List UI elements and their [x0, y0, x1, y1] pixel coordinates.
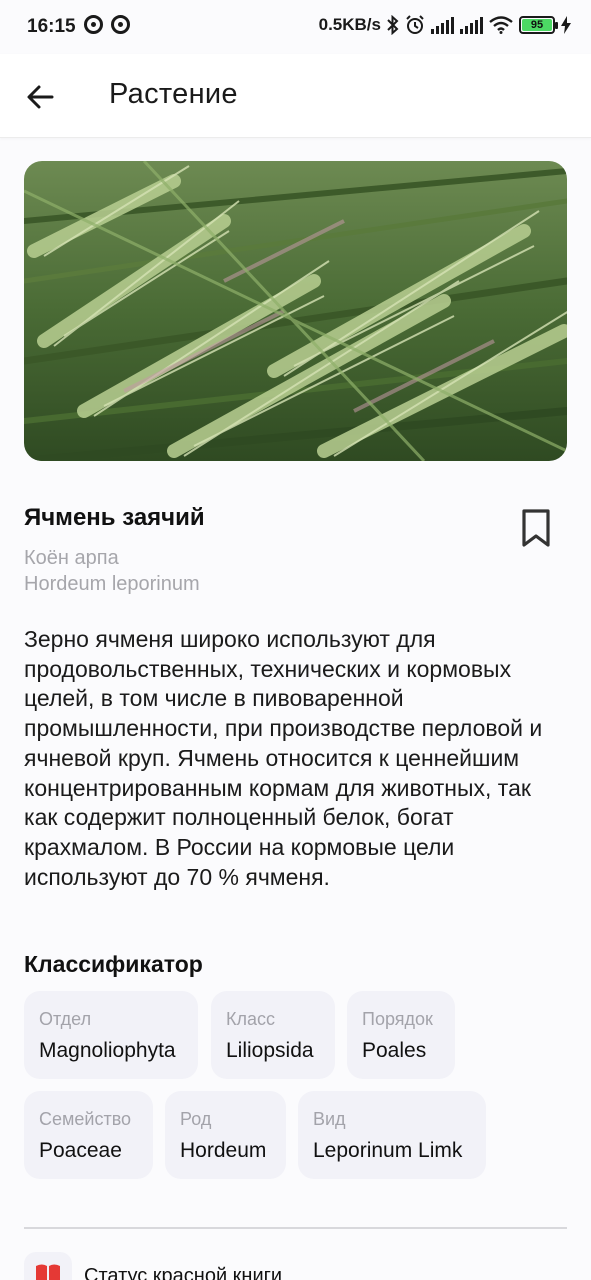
bluetooth-icon: [387, 15, 399, 35]
classifier-chip-genus: Род Hordeum: [165, 1091, 286, 1179]
plant-photo: [24, 161, 567, 461]
battery-level: 95: [522, 19, 552, 31]
chip-label: Класс: [226, 1009, 275, 1029]
classifier-chip-division: Отдел Magnoliophyta: [24, 991, 198, 1079]
battery-icon: 95: [519, 16, 558, 34]
classifier-title: Классификатор: [24, 951, 203, 977]
status-right-group: 0.5KB/s 95: [319, 15, 571, 35]
chip-label: Семейство: [39, 1109, 132, 1129]
classifier-chip-order: Порядок Poales: [347, 991, 455, 1079]
chip-label: Порядок: [362, 1009, 433, 1029]
wifi-icon: [489, 16, 513, 34]
notification-ring-icon: [84, 15, 103, 34]
charging-icon: [561, 16, 571, 34]
chip-label: Род: [180, 1109, 212, 1129]
status-notification-icons: [84, 15, 130, 34]
latin-name: Hordeum leporinum: [24, 573, 200, 595]
plant-name: Ячмень заячий: [24, 504, 205, 531]
chip-value: Poaceae: [39, 1139, 122, 1162]
status-time: 16:15: [27, 16, 76, 37]
red-book-icon-wrap: [24, 1252, 72, 1280]
alarm-icon: [406, 15, 424, 34]
back-button[interactable]: [24, 80, 58, 114]
chip-label: Отдел: [39, 1009, 92, 1029]
signal-icon: [460, 16, 483, 34]
chip-value: Leporinum Limk: [313, 1139, 463, 1162]
bookmark-button[interactable]: [518, 507, 554, 549]
signal-icon: [431, 16, 454, 34]
chip-value: Hordeum: [180, 1139, 267, 1162]
plant-description: Зерно ячменя широко используют для продо…: [24, 626, 543, 890]
chip-label: Вид: [313, 1109, 346, 1129]
red-book-icon: [36, 1264, 60, 1280]
notification-ring-icon: [111, 15, 130, 34]
classifier-chip-class: Класс Liliopsida: [211, 991, 335, 1079]
page-title: Растение: [109, 78, 238, 110]
chip-value: Poales: [362, 1039, 427, 1062]
red-book-label: Статус красной книги: [84, 1265, 283, 1280]
chip-value: Magnoliophyta: [39, 1039, 176, 1062]
barley-image: [24, 161, 567, 461]
classifier-chip-family: Семейство Poaceae: [24, 1091, 153, 1179]
status-bar: 16:15 0.5KB/s 95: [0, 0, 591, 54]
kazakh-name: Коён арпа: [24, 547, 119, 569]
divider: [24, 1227, 567, 1229]
classifier-chip-species: Вид Leporinum Limk: [298, 1091, 486, 1179]
network-speed: 0.5KB/s: [318, 15, 381, 34]
bookmark-icon: [522, 509, 550, 547]
red-book-status-row[interactable]: Статус красной книги: [24, 1252, 567, 1280]
arrow-left-icon: [27, 85, 54, 109]
chip-value: Liliopsida: [226, 1039, 314, 1062]
app-bar: Растение: [0, 54, 591, 138]
